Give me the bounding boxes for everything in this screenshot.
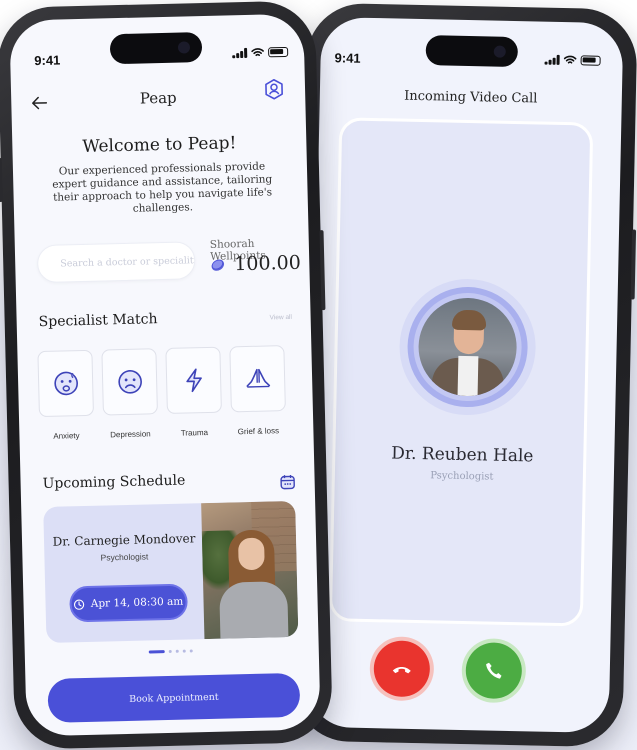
upcoming-schedule-title: Upcoming Schedule [42,472,186,493]
category-label: Depression [110,429,151,440]
welcome-text: Our experienced professionals provide ex… [52,160,273,215]
specialist-match-title: Specialist Match [38,311,158,331]
signal-icon [232,47,248,59]
phone-hangup-icon [392,666,411,674]
book-appointment-button[interactable]: Book Appointment [47,672,301,723]
calendar-icon[interactable] [279,474,295,490]
accept-call-button[interactable] [465,642,523,700]
category-label: Trauma [180,427,209,438]
decline-call-button[interactable] [373,640,431,698]
pagination-dot[interactable] [189,649,193,653]
pagination-dot[interactable] [182,649,186,653]
appointment-time-chip[interactable]: Apr 14, 08:30 am [69,583,188,623]
status-time: 9:41 [34,52,61,69]
caller-name: Dr. Reuben Hale [390,443,534,467]
praying-hands-icon [245,368,270,388]
status-time: 9:41 [334,50,361,66]
category-label: Anxiety [53,431,80,441]
incoming-call-screen: 9:41 Incoming Video Call Dr. Reuben Hale… [306,16,624,734]
wellpoints-value: 100.00 [234,251,302,276]
dynamic-island [109,32,203,65]
carousel-pagination [148,649,193,654]
pagination-dot[interactable] [148,650,165,654]
phone-icon [486,662,502,679]
pagination-dot[interactable] [168,649,172,653]
category-anxiety[interactable] [37,349,94,418]
appointment-card[interactable]: Dr. Carnegie Mondover Psychologist Apr 1… [43,500,299,643]
search-input[interactable] [36,241,196,284]
volume-button [0,157,3,203]
pagination-dot[interactable] [175,649,179,653]
status-icons [232,46,289,59]
wellpoints-balance: 100.00 [210,252,301,276]
wifi-icon [563,55,577,64]
user-profile-icon[interactable] [263,78,286,101]
app-title: Peap [139,88,177,108]
phone-home: 9:41 Peap Welcome to Peap! Our experienc… [0,0,334,750]
doctor-role: Psychologist [100,551,149,563]
sad-face-icon [117,370,142,394]
doctor-name: Dr. Carnegie Mondover [52,531,196,549]
battery-icon [580,55,601,66]
category-grief-loss[interactable] [229,345,286,413]
category-trauma[interactable] [165,346,222,414]
doctor-photo [201,500,299,643]
welcome-title: Welcome to Peap! [82,133,237,157]
caller-role: Psychologist [430,470,494,483]
home-screen: 9:41 Peap Welcome to Peap! Our experienc… [9,13,321,737]
view-all-link[interactable]: View all [270,314,292,322]
coin-icon [211,259,225,271]
phone-incoming-call: 9:41 Incoming Video Call Dr. Reuben Hale… [292,2,637,748]
page-title: Incoming Video Call [404,88,538,107]
signal-icon [544,54,560,65]
status-icons [544,54,601,66]
caller-avatar [417,297,518,398]
category-label: Grief & loss [237,426,280,437]
appointment-time: Apr 14, 08:30 am [90,595,184,610]
video-panel: Dr. Reuben Hale Psychologist [328,117,594,627]
category-depression[interactable] [101,348,158,416]
battery-icon [268,46,289,58]
lightning-icon [185,368,202,393]
dynamic-island [425,35,519,68]
anxious-face-icon [53,371,78,396]
clock-icon [74,599,85,610]
avatar-ring [398,277,537,417]
wifi-icon [251,48,264,57]
